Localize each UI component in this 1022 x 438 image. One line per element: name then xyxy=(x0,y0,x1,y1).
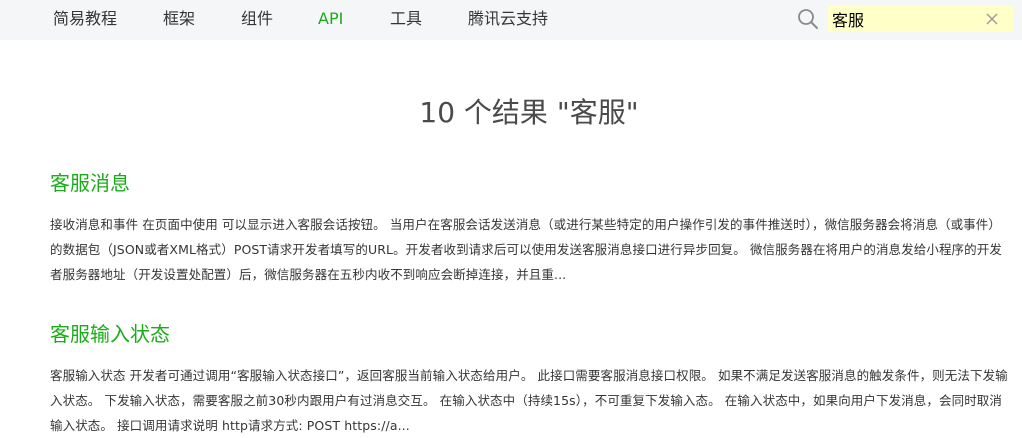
nav-item-tencent-cloud[interactable]: 腾讯云支持 xyxy=(468,9,548,29)
top-navigation-bar: 简易教程 框架 组件 API 工具 腾讯云支持 xyxy=(0,0,1022,40)
nav-item-framework[interactable]: 框架 xyxy=(163,9,195,29)
nav-item-components[interactable]: 组件 xyxy=(241,9,273,29)
result-snippet: 客服输入状态 开发者可通过调用“客服输入状态接口”，返回客服当前输入状态给用户。… xyxy=(50,368,1008,433)
result-title-link[interactable]: 客服输入状态 xyxy=(50,321,1010,347)
result-title-link[interactable]: 客服消息 xyxy=(50,170,1010,196)
search-box xyxy=(828,6,1014,32)
nav-item-tools[interactable]: 工具 xyxy=(390,9,422,29)
search-icon[interactable] xyxy=(796,7,820,31)
result-item: 客服消息 接收消息和事件 在页面中使用 可以显示进入客服会话按钮。 当用户在客服… xyxy=(50,170,1010,287)
close-icon[interactable] xyxy=(984,11,1000,27)
nav-item-tutorial[interactable]: 简易教程 xyxy=(53,9,117,29)
result-snippet: 接收消息和事件 在页面中使用 可以显示进入客服会话按钮。 当用户在客服会话发送消… xyxy=(50,217,1002,282)
results-summary: 10 个结果 "客服" xyxy=(419,96,639,129)
result-item: 客服输入状态 客服输入状态 开发者可通过调用“客服输入状态接口”，返回客服当前输… xyxy=(50,321,1010,438)
search-input[interactable] xyxy=(832,8,982,30)
nav-item-api[interactable]: API xyxy=(318,9,343,29)
